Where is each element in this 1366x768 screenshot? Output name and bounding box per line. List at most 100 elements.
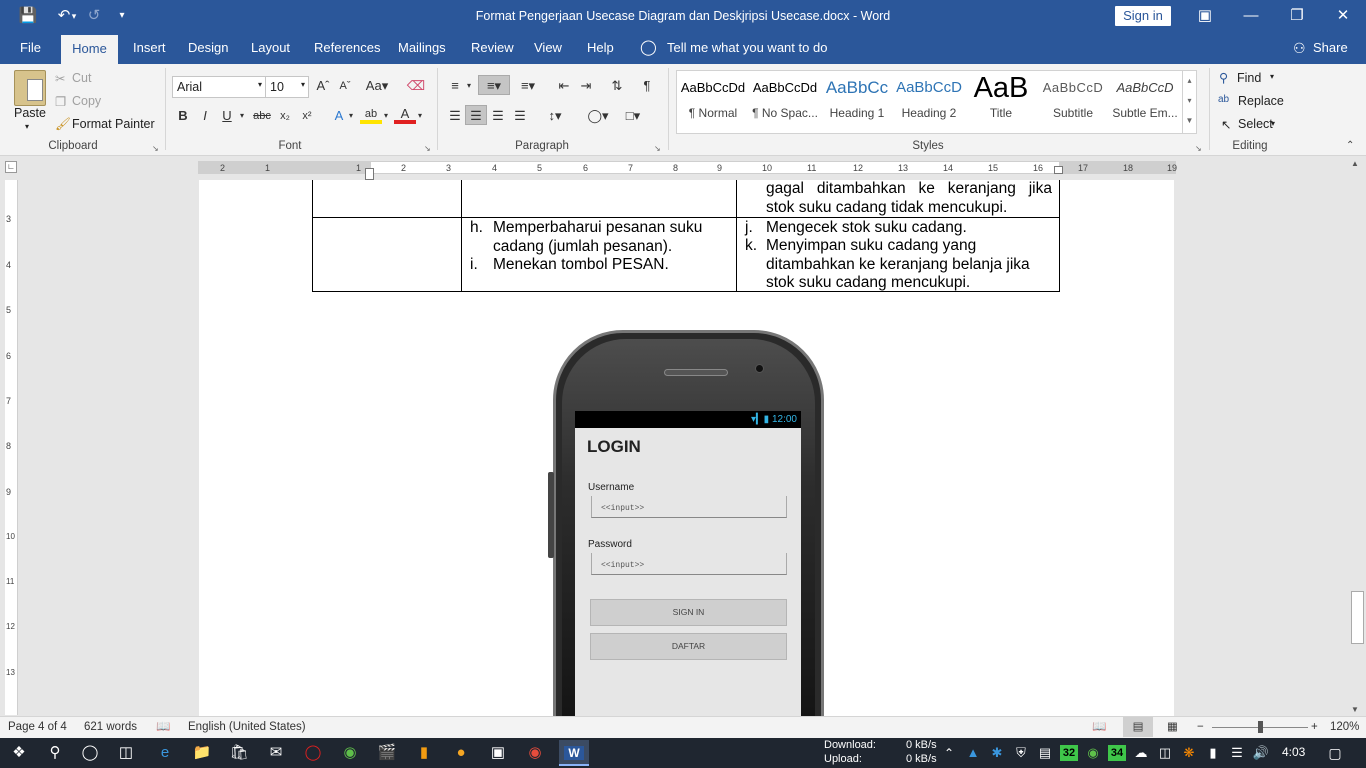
mail-icon[interactable]: ✉ xyxy=(263,740,289,766)
chevron-up-icon[interactable]: ▴ xyxy=(1183,71,1196,91)
table-cell[interactable] xyxy=(312,180,462,218)
tab-review[interactable]: Review xyxy=(471,32,514,64)
shading-icon[interactable]: ◯▾ xyxy=(583,106,613,126)
chevron-down-icon[interactable]: ▾ xyxy=(301,80,305,89)
avast-icon[interactable]: ❋ xyxy=(1178,740,1200,766)
decrease-indent-icon[interactable]: ⇤ xyxy=(553,76,575,96)
borders-icon[interactable]: □▾ xyxy=(618,106,648,126)
align-right-icon[interactable]: ☰ xyxy=(487,106,509,126)
tab-selector-icon[interactable]: ∟ xyxy=(5,161,17,173)
chevron-down-icon[interactable]: ▾ xyxy=(345,106,357,126)
monitor-icon[interactable]: ▤ xyxy=(1034,740,1056,766)
app-icon[interactable]: ◉ xyxy=(337,740,363,766)
shield-icon[interactable]: ⛨ xyxy=(1010,740,1032,766)
video-editor-icon[interactable]: 🎬 xyxy=(374,740,400,766)
volume-icon[interactable]: 🔊 xyxy=(1250,740,1272,766)
select-icon[interactable]: ↖ xyxy=(1221,117,1231,132)
page-count[interactable]: Page 4 of 4 xyxy=(8,717,67,737)
grow-font-icon[interactable]: Aˆ xyxy=(312,76,334,96)
badge-34[interactable]: 34 xyxy=(1108,745,1126,761)
paragraph-launcher-icon[interactable]: ↘ xyxy=(654,144,661,153)
app-tray-icon[interactable]: ◫ xyxy=(1154,740,1176,766)
find-icon[interactable]: ⚲ xyxy=(1219,70,1228,85)
vertical-ruler[interactable]: 3 4 5 6 7 8 9 10 11 12 13 xyxy=(5,180,18,715)
strikethrough-icon[interactable]: abc xyxy=(251,106,273,126)
show-formatting-icon[interactable]: ¶ xyxy=(636,76,658,96)
replace-button[interactable]: Replace xyxy=(1238,94,1284,108)
font-launcher-icon[interactable]: ↘ xyxy=(424,144,431,153)
word-count[interactable]: 621 words xyxy=(84,717,137,737)
underline-icon[interactable]: U xyxy=(216,106,238,126)
document-page[interactable]: gagal ditambahkan ke keranjang jika stok… xyxy=(199,180,1174,716)
badge-32[interactable]: 32 xyxy=(1060,745,1078,761)
notifications-icon[interactable]: ▢ xyxy=(1322,740,1348,766)
chevron-down-icon[interactable]: ▾ xyxy=(463,76,475,96)
line-spacing-icon[interactable]: ↕▾ xyxy=(540,106,570,126)
justify-icon[interactable]: ☰ xyxy=(509,106,531,126)
tab-help[interactable]: Help xyxy=(587,32,614,64)
sign-in-button[interactable]: Sign in xyxy=(1115,6,1171,26)
subscript-icon[interactable]: x₂ xyxy=(274,106,296,126)
styles-scroll[interactable]: ▴ ▾ ▼ xyxy=(1182,71,1196,133)
tab-file[interactable]: File xyxy=(20,32,41,64)
chevron-down-icon[interactable]: ▾ xyxy=(1183,91,1196,111)
style-normal[interactable]: AaBbCcDd ¶ Normal xyxy=(677,70,749,130)
increase-indent-icon[interactable]: ⇥ xyxy=(575,76,597,96)
italic-icon[interactable]: I xyxy=(194,106,216,126)
tab-mailings[interactable]: Mailings xyxy=(398,32,446,64)
web-layout-icon[interactable]: ▦ xyxy=(1167,717,1178,737)
table-cell[interactable] xyxy=(461,180,737,218)
file-explorer-icon[interactable]: 📁 xyxy=(189,740,215,766)
battery-icon[interactable]: ▮ xyxy=(1202,740,1224,766)
tell-me-search[interactable]: Tell me what you want to do xyxy=(667,32,827,64)
replace-icon[interactable]: ab xyxy=(1218,94,1229,105)
tab-insert[interactable]: Insert xyxy=(133,32,166,64)
print-layout-icon[interactable]: ▤ xyxy=(1123,717,1153,737)
scroll-up-icon[interactable]: ▲ xyxy=(1351,159,1359,168)
chevron-down-icon[interactable]: ▾ xyxy=(1270,72,1274,81)
clear-formatting-icon[interactable]: ⌫ xyxy=(405,76,427,96)
table-cell[interactable]: h. Memperbaharui pesanan suku cadang (ju… xyxy=(461,217,737,292)
shrink-font-icon[interactable]: Aˇ xyxy=(334,76,356,96)
app-icon[interactable]: ● xyxy=(448,740,474,766)
clipboard-launcher-icon[interactable]: ↘ xyxy=(152,144,159,153)
zoom-out-icon[interactable]: − xyxy=(1197,717,1204,737)
font-size-box[interactable]: 10 ▾ xyxy=(265,76,309,98)
app-icon[interactable]: ▣ xyxy=(485,740,511,766)
chevron-down-icon[interactable]: ▾ xyxy=(1271,119,1275,128)
task-view-icon[interactable]: ◫ xyxy=(113,740,139,766)
change-case-icon[interactable]: Aa▾ xyxy=(362,76,392,96)
opera-icon[interactable]: ◯ xyxy=(300,740,326,766)
store-icon[interactable]: 🛍 xyxy=(226,740,252,766)
azure-icon[interactable]: ▲ xyxy=(962,740,984,766)
numbering-icon[interactable]: ≡▾ xyxy=(478,75,510,95)
style-subtle-emphasis[interactable]: AaBbCcD Subtle Em... xyxy=(1109,70,1181,130)
bold-icon[interactable]: B xyxy=(172,106,194,126)
tab-home[interactable]: Home xyxy=(61,35,118,64)
language[interactable]: English (United States) xyxy=(188,717,306,737)
align-left-icon[interactable]: ☰ xyxy=(444,106,466,126)
select-button[interactable]: Select xyxy=(1238,117,1273,131)
table-cell[interactable] xyxy=(312,217,462,292)
undo-dropdown-icon[interactable]: ▾ xyxy=(68,0,80,32)
chevron-down-icon[interactable]: ▾ xyxy=(414,106,426,126)
right-indent-marker[interactable] xyxy=(1054,166,1063,174)
onedrive-icon[interactable]: ☁ xyxy=(1130,740,1152,766)
cortana-icon[interactable]: ◯ xyxy=(77,740,103,766)
superscript-icon[interactable]: x² xyxy=(296,106,318,126)
styles-launcher-icon[interactable]: ↘ xyxy=(1195,144,1202,153)
wifi-icon[interactable]: ☰ xyxy=(1226,740,1248,766)
scroll-down-icon[interactable]: ▼ xyxy=(1351,705,1359,714)
font-color-icon[interactable]: A xyxy=(394,106,416,124)
style-heading-1[interactable]: AaBbCc Heading 1 xyxy=(821,70,893,130)
paste-dropdown-icon[interactable]: ▾ xyxy=(25,122,29,131)
paste-button[interactable]: Paste xyxy=(14,106,46,120)
highlight-icon[interactable]: ab xyxy=(360,106,382,124)
tab-design[interactable]: Design xyxy=(188,32,228,64)
table-cell[interactable]: j. Mengecek stok suku cadang. k. Menyimp… xyxy=(736,217,1060,292)
read-mode-icon[interactable]: 📖 xyxy=(1092,717,1106,737)
proofing-icon[interactable]: 📖 xyxy=(156,717,170,737)
tab-view[interactable]: View xyxy=(534,32,562,64)
edge-icon[interactable]: e xyxy=(152,740,178,766)
tab-layout[interactable]: Layout xyxy=(251,32,290,64)
